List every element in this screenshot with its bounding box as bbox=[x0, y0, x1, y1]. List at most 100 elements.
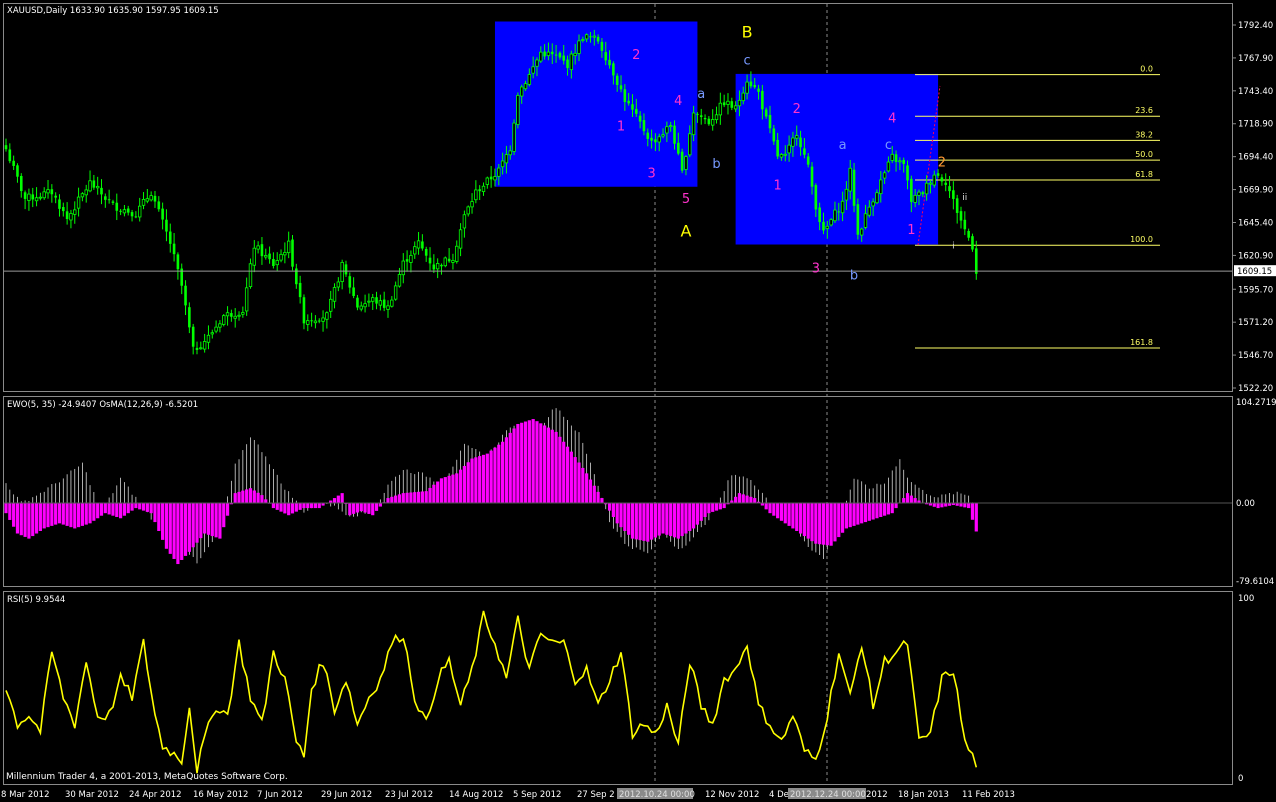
rsi-axis[interactable]: 100 0 bbox=[1238, 594, 1254, 784]
candle-body-down bbox=[16, 165, 19, 177]
candle-body-down bbox=[623, 89, 627, 102]
osma-bar bbox=[649, 503, 654, 540]
candle-body-up bbox=[466, 206, 470, 215]
osma-bar bbox=[54, 503, 58, 525]
osma-bar bbox=[902, 498, 906, 503]
osma-bar bbox=[413, 492, 417, 503]
candle-body-up bbox=[573, 52, 577, 57]
candle-body-down bbox=[191, 326, 195, 347]
candle-body-up bbox=[584, 34, 589, 40]
candle-body-up bbox=[493, 176, 497, 181]
osma-bar bbox=[772, 503, 776, 516]
candle-body-down bbox=[971, 236, 974, 250]
osma-bar bbox=[665, 503, 669, 535]
osma-bar bbox=[886, 503, 891, 515]
ewo-axis[interactable]: 104.2719 0.00 -79.6104 bbox=[1236, 398, 1276, 587]
candle-body-down bbox=[447, 258, 451, 262]
candle-body-down bbox=[54, 195, 57, 198]
candle-body-up bbox=[27, 193, 31, 201]
date-label: 7 Jun 2012 bbox=[257, 790, 303, 800]
wave-label: 4 bbox=[888, 111, 896, 126]
candle-body-up bbox=[332, 287, 337, 302]
wave-label: c bbox=[885, 138, 892, 153]
osma-bar bbox=[680, 503, 684, 537]
candle-body-up bbox=[531, 66, 535, 74]
osma-bar bbox=[470, 458, 474, 503]
candle-body-down bbox=[696, 113, 699, 115]
osma-bar bbox=[409, 492, 413, 503]
candle-body-up bbox=[917, 191, 921, 196]
candle-body-up bbox=[141, 199, 146, 206]
osma-bar bbox=[264, 499, 268, 503]
rsi-pane-frame[interactable] bbox=[3, 591, 1233, 785]
osma-bar bbox=[176, 503, 180, 565]
candle-body-up bbox=[684, 156, 688, 170]
candle-body-up bbox=[435, 263, 440, 270]
metatrader-chart-window[interactable]: 0.0 23.6 38.2 50.0 61.8 100.0 161.8 1 2 3 4 5 Aa b Bc… bbox=[0, 0, 1276, 802]
osma-bar bbox=[489, 450, 493, 503]
osma-bar bbox=[172, 503, 176, 559]
candle-body-up bbox=[691, 112, 696, 136]
osma-bar bbox=[676, 503, 680, 539]
candle-body-up bbox=[38, 196, 43, 199]
price-axis-label: 1669.90 bbox=[1238, 186, 1273, 196]
osma-bar bbox=[61, 503, 65, 525]
osma-bar bbox=[332, 498, 337, 503]
date-label: 23 Jul 2012 bbox=[385, 790, 433, 800]
candle-body-down bbox=[566, 59, 569, 69]
candle-body-up bbox=[535, 59, 539, 67]
osma-bar bbox=[764, 503, 768, 510]
wave-label: B bbox=[742, 23, 753, 42]
candle-body-up bbox=[791, 137, 795, 147]
osma-bar bbox=[451, 474, 455, 503]
candle-body-down bbox=[12, 160, 15, 166]
osma-bar bbox=[848, 503, 852, 528]
osma-bar bbox=[753, 498, 757, 503]
osma-bar bbox=[203, 503, 207, 534]
osma-bar bbox=[787, 503, 791, 526]
ewo-pane-frame[interactable] bbox=[3, 396, 1233, 587]
fib-level-label: 50.0 bbox=[1135, 150, 1153, 159]
candle-body-up bbox=[256, 245, 260, 250]
osma-bar bbox=[310, 503, 314, 509]
candle-body-up bbox=[867, 206, 872, 216]
rsi-info: RSI(5) 9.9544 bbox=[7, 595, 65, 605]
candle-body-down bbox=[111, 201, 115, 203]
price-axis[interactable]: 1792.40 1767.90 1743.40 1718.90 1694.40 1669.… bbox=[1232, 21, 1273, 394]
date-label: 16 May 2012 bbox=[193, 790, 248, 800]
osma-bar bbox=[111, 503, 115, 516]
candle-body-down bbox=[184, 285, 187, 306]
candle-body-up bbox=[367, 300, 371, 303]
candle-body-down bbox=[4, 145, 8, 150]
osma-bar bbox=[455, 473, 459, 503]
candle-body-down bbox=[298, 282, 302, 298]
osma-bar bbox=[734, 496, 738, 503]
osma-bar bbox=[543, 425, 547, 503]
copyright-text: Millennium Trader 4, a 2001-2013, MetaQu… bbox=[6, 772, 288, 782]
candle-body-down bbox=[157, 201, 161, 210]
osma-bar bbox=[183, 503, 188, 556]
date-axis[interactable]: 8 Mar 2012 30 Mar 2012 24 Apr 2012 16 Ma… bbox=[1, 788, 1015, 800]
candle-body-up bbox=[283, 252, 287, 256]
osma-bar bbox=[405, 492, 409, 503]
osma-bar bbox=[588, 479, 593, 503]
candle-body-down bbox=[421, 241, 424, 249]
candle-body-up bbox=[665, 126, 669, 134]
candle-body-up bbox=[924, 182, 929, 195]
candle-body-up bbox=[779, 154, 784, 158]
candle-body-up bbox=[199, 347, 203, 350]
candle-body-up bbox=[737, 99, 742, 107]
osma-bar bbox=[352, 503, 356, 514]
candle-body-down bbox=[107, 199, 111, 201]
candle-body-down bbox=[604, 52, 608, 61]
wave-label: 1 bbox=[617, 119, 625, 134]
candle-body-down bbox=[65, 211, 69, 220]
osma-bar bbox=[783, 503, 787, 524]
candle-body-down bbox=[902, 159, 905, 164]
candle-body-up bbox=[413, 246, 417, 255]
osma-bar bbox=[894, 503, 898, 509]
candle-body-up bbox=[328, 298, 333, 312]
candle-body-down bbox=[638, 115, 642, 122]
osma-bar bbox=[779, 503, 784, 521]
fibonacci-levels[interactable]: 0.0 23.6 38.2 50.0 61.8 100.0 161.8 bbox=[915, 65, 1160, 349]
